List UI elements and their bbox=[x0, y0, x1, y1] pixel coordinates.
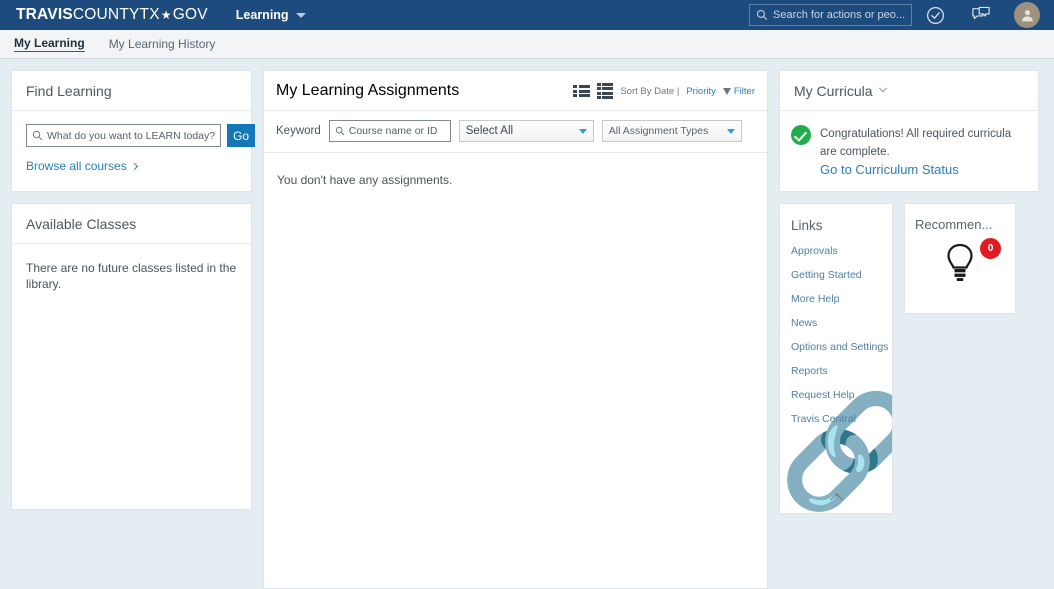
filter-funnel-icon bbox=[722, 87, 731, 95]
link-getting-started[interactable]: Getting Started bbox=[791, 263, 881, 287]
site-logo[interactable]: TRAVIS COUNTYTX ★ GOV bbox=[16, 6, 208, 24]
star-icon: ★ bbox=[160, 8, 172, 22]
logo-tail-text: GOV bbox=[172, 6, 208, 23]
link-options-and-settings[interactable]: Options and Settings bbox=[791, 335, 888, 359]
browse-all-courses-link[interactable]: Browse all courses bbox=[26, 159, 138, 173]
filter-label: Filter bbox=[733, 85, 755, 97]
sort-by-date-label[interactable]: Sort By Date | bbox=[620, 86, 679, 97]
assignments-toolbar: Sort By Date | Priority Filter bbox=[573, 82, 755, 100]
select-all-dropdown[interactable]: Select All bbox=[458, 120, 594, 142]
top-header-bar: TRAVIS COUNTYTX ★ GOV Learning Search for a… bbox=[0, 0, 1054, 30]
link-news[interactable]: News bbox=[791, 311, 881, 335]
curricula-body: Congratulations! All required curricula … bbox=[780, 111, 1038, 191]
user-avatar-icon bbox=[1021, 9, 1033, 21]
keyword-label: Keyword bbox=[276, 125, 321, 137]
link-approvals[interactable]: Approvals bbox=[791, 239, 881, 263]
assignments-filter-row: Keyword Course name or ID Select All All… bbox=[264, 111, 767, 153]
assignments-title: My Learning Assignments bbox=[276, 82, 460, 99]
browse-all-courses-label: Browse all courses bbox=[26, 159, 127, 173]
filter-button[interactable]: Filter bbox=[722, 85, 755, 97]
go-button[interactable]: Go bbox=[227, 124, 256, 147]
check-circle-icon bbox=[926, 6, 944, 24]
assignment-types-dropdown[interactable]: All Assignment Types bbox=[601, 120, 742, 142]
available-classes-title: Available Classes bbox=[26, 216, 137, 232]
assignment-types-label: All Assignment Types bbox=[608, 125, 709, 137]
find-learning-header: Find Learning bbox=[12, 71, 251, 111]
tab-my-learning[interactable]: My Learning bbox=[14, 36, 85, 52]
search-icon bbox=[32, 130, 43, 141]
recommendations-card: Recommen... 0 bbox=[904, 203, 1016, 314]
sort-by-priority-link[interactable]: Priority bbox=[686, 86, 716, 97]
right-column: My Curricula Congratulations! All requir… bbox=[779, 70, 1039, 589]
links-collapse-button[interactable] bbox=[780, 493, 892, 506]
keyword-input[interactable]: Course name or ID bbox=[328, 120, 451, 142]
lightbulb-icon[interactable] bbox=[943, 242, 977, 286]
nav-learning-label: Learning bbox=[235, 8, 289, 22]
list-view-detailed-icon[interactable] bbox=[596, 82, 614, 100]
right-lower-row: Links Approvals Getting Started More Hel… bbox=[779, 203, 1039, 514]
header-actions: Search for actions or peo... bbox=[749, 2, 1040, 28]
find-learning-card: Find Learning What do you want to LEARN … bbox=[11, 70, 256, 192]
find-learning-title: Find Learning bbox=[26, 83, 112, 99]
recommendations-body: 0 bbox=[905, 232, 1015, 296]
curriculum-status-link[interactable]: Go to Curriculum Status bbox=[820, 162, 1025, 177]
link-request-help[interactable]: Request Help bbox=[791, 383, 881, 407]
search-icon bbox=[756, 9, 768, 21]
chevron-down-icon bbox=[578, 128, 587, 134]
sub-navigation-bar: My Learning My Learning History bbox=[0, 30, 1054, 59]
chevron-right-icon bbox=[130, 162, 138, 170]
notifications-button[interactable] bbox=[958, 6, 1004, 24]
global-search-placeholder: Search for actions or peo... bbox=[773, 9, 905, 21]
find-learning-search-row: What do you want to LEARN today? Go bbox=[26, 124, 256, 147]
link-travis-central[interactable]: Travis Central bbox=[791, 407, 881, 431]
assignments-header: My Learning Assignments Sort By Date | P… bbox=[264, 71, 767, 111]
links-card: Links Approvals Getting Started More Hel… bbox=[779, 203, 893, 514]
available-classes-card: Available Classes There are no future cl… bbox=[11, 203, 252, 510]
search-icon bbox=[335, 126, 345, 136]
available-classes-empty-message: There are no future classes listed in th… bbox=[26, 261, 237, 291]
left-column: Find Learning What do you want to LEARN … bbox=[11, 70, 256, 589]
learning-search-placeholder: What do you want to LEARN today? bbox=[47, 129, 216, 142]
user-avatar[interactable] bbox=[1014, 2, 1040, 28]
select-all-label: Select All bbox=[465, 125, 514, 137]
tab-my-learning-history[interactable]: My Learning History bbox=[109, 37, 216, 52]
assignments-card: My Learning Assignments Sort By Date | P… bbox=[263, 70, 768, 589]
logo-bold-text: TRAVIS bbox=[16, 6, 73, 23]
links-title: Links bbox=[791, 218, 823, 233]
find-learning-body: What do you want to LEARN today? Go Brow… bbox=[12, 111, 256, 191]
available-classes-header: Available Classes bbox=[12, 204, 251, 244]
page-content: Find Learning What do you want to LEARN … bbox=[0, 59, 1054, 589]
approvals-button[interactable] bbox=[912, 6, 958, 25]
recommendations-count-badge: 0 bbox=[980, 238, 1001, 259]
chevron-up-icon bbox=[829, 493, 843, 506]
list-view-compact-icon[interactable] bbox=[573, 85, 590, 97]
curricula-status: Congratulations! All required curricula … bbox=[820, 124, 1025, 177]
keyword-placeholder: Course name or ID bbox=[348, 125, 438, 137]
global-search-input[interactable]: Search for actions or peo... bbox=[749, 4, 912, 26]
chevron-down-icon bbox=[295, 12, 306, 18]
chat-notification-icon bbox=[972, 6, 990, 20]
success-check-icon bbox=[791, 125, 811, 145]
chevron-down-icon bbox=[878, 83, 887, 93]
learning-search-input[interactable]: What do you want to LEARN today? bbox=[26, 124, 222, 147]
chevron-down-icon bbox=[726, 128, 735, 134]
link-reports[interactable]: Reports bbox=[791, 359, 881, 383]
logo-light-text: COUNTYTX bbox=[72, 6, 160, 23]
curricula-title: My Curricula bbox=[794, 83, 873, 99]
links-list: Approvals Getting Started More Help News… bbox=[780, 239, 892, 431]
recommendations-title: Recommen... bbox=[915, 217, 993, 232]
middle-column: My Learning Assignments Sort By Date | P… bbox=[263, 70, 768, 589]
nav-learning-menu[interactable]: Learning bbox=[236, 8, 306, 22]
link-more-help[interactable]: More Help bbox=[791, 287, 881, 311]
curricula-card: My Curricula Congratulations! All requir… bbox=[779, 70, 1039, 192]
assignments-empty-message: You don't have any assignments. bbox=[277, 173, 453, 187]
curricula-message: Congratulations! All required curricula … bbox=[820, 128, 1012, 158]
curricula-header[interactable]: My Curricula bbox=[780, 71, 1038, 111]
